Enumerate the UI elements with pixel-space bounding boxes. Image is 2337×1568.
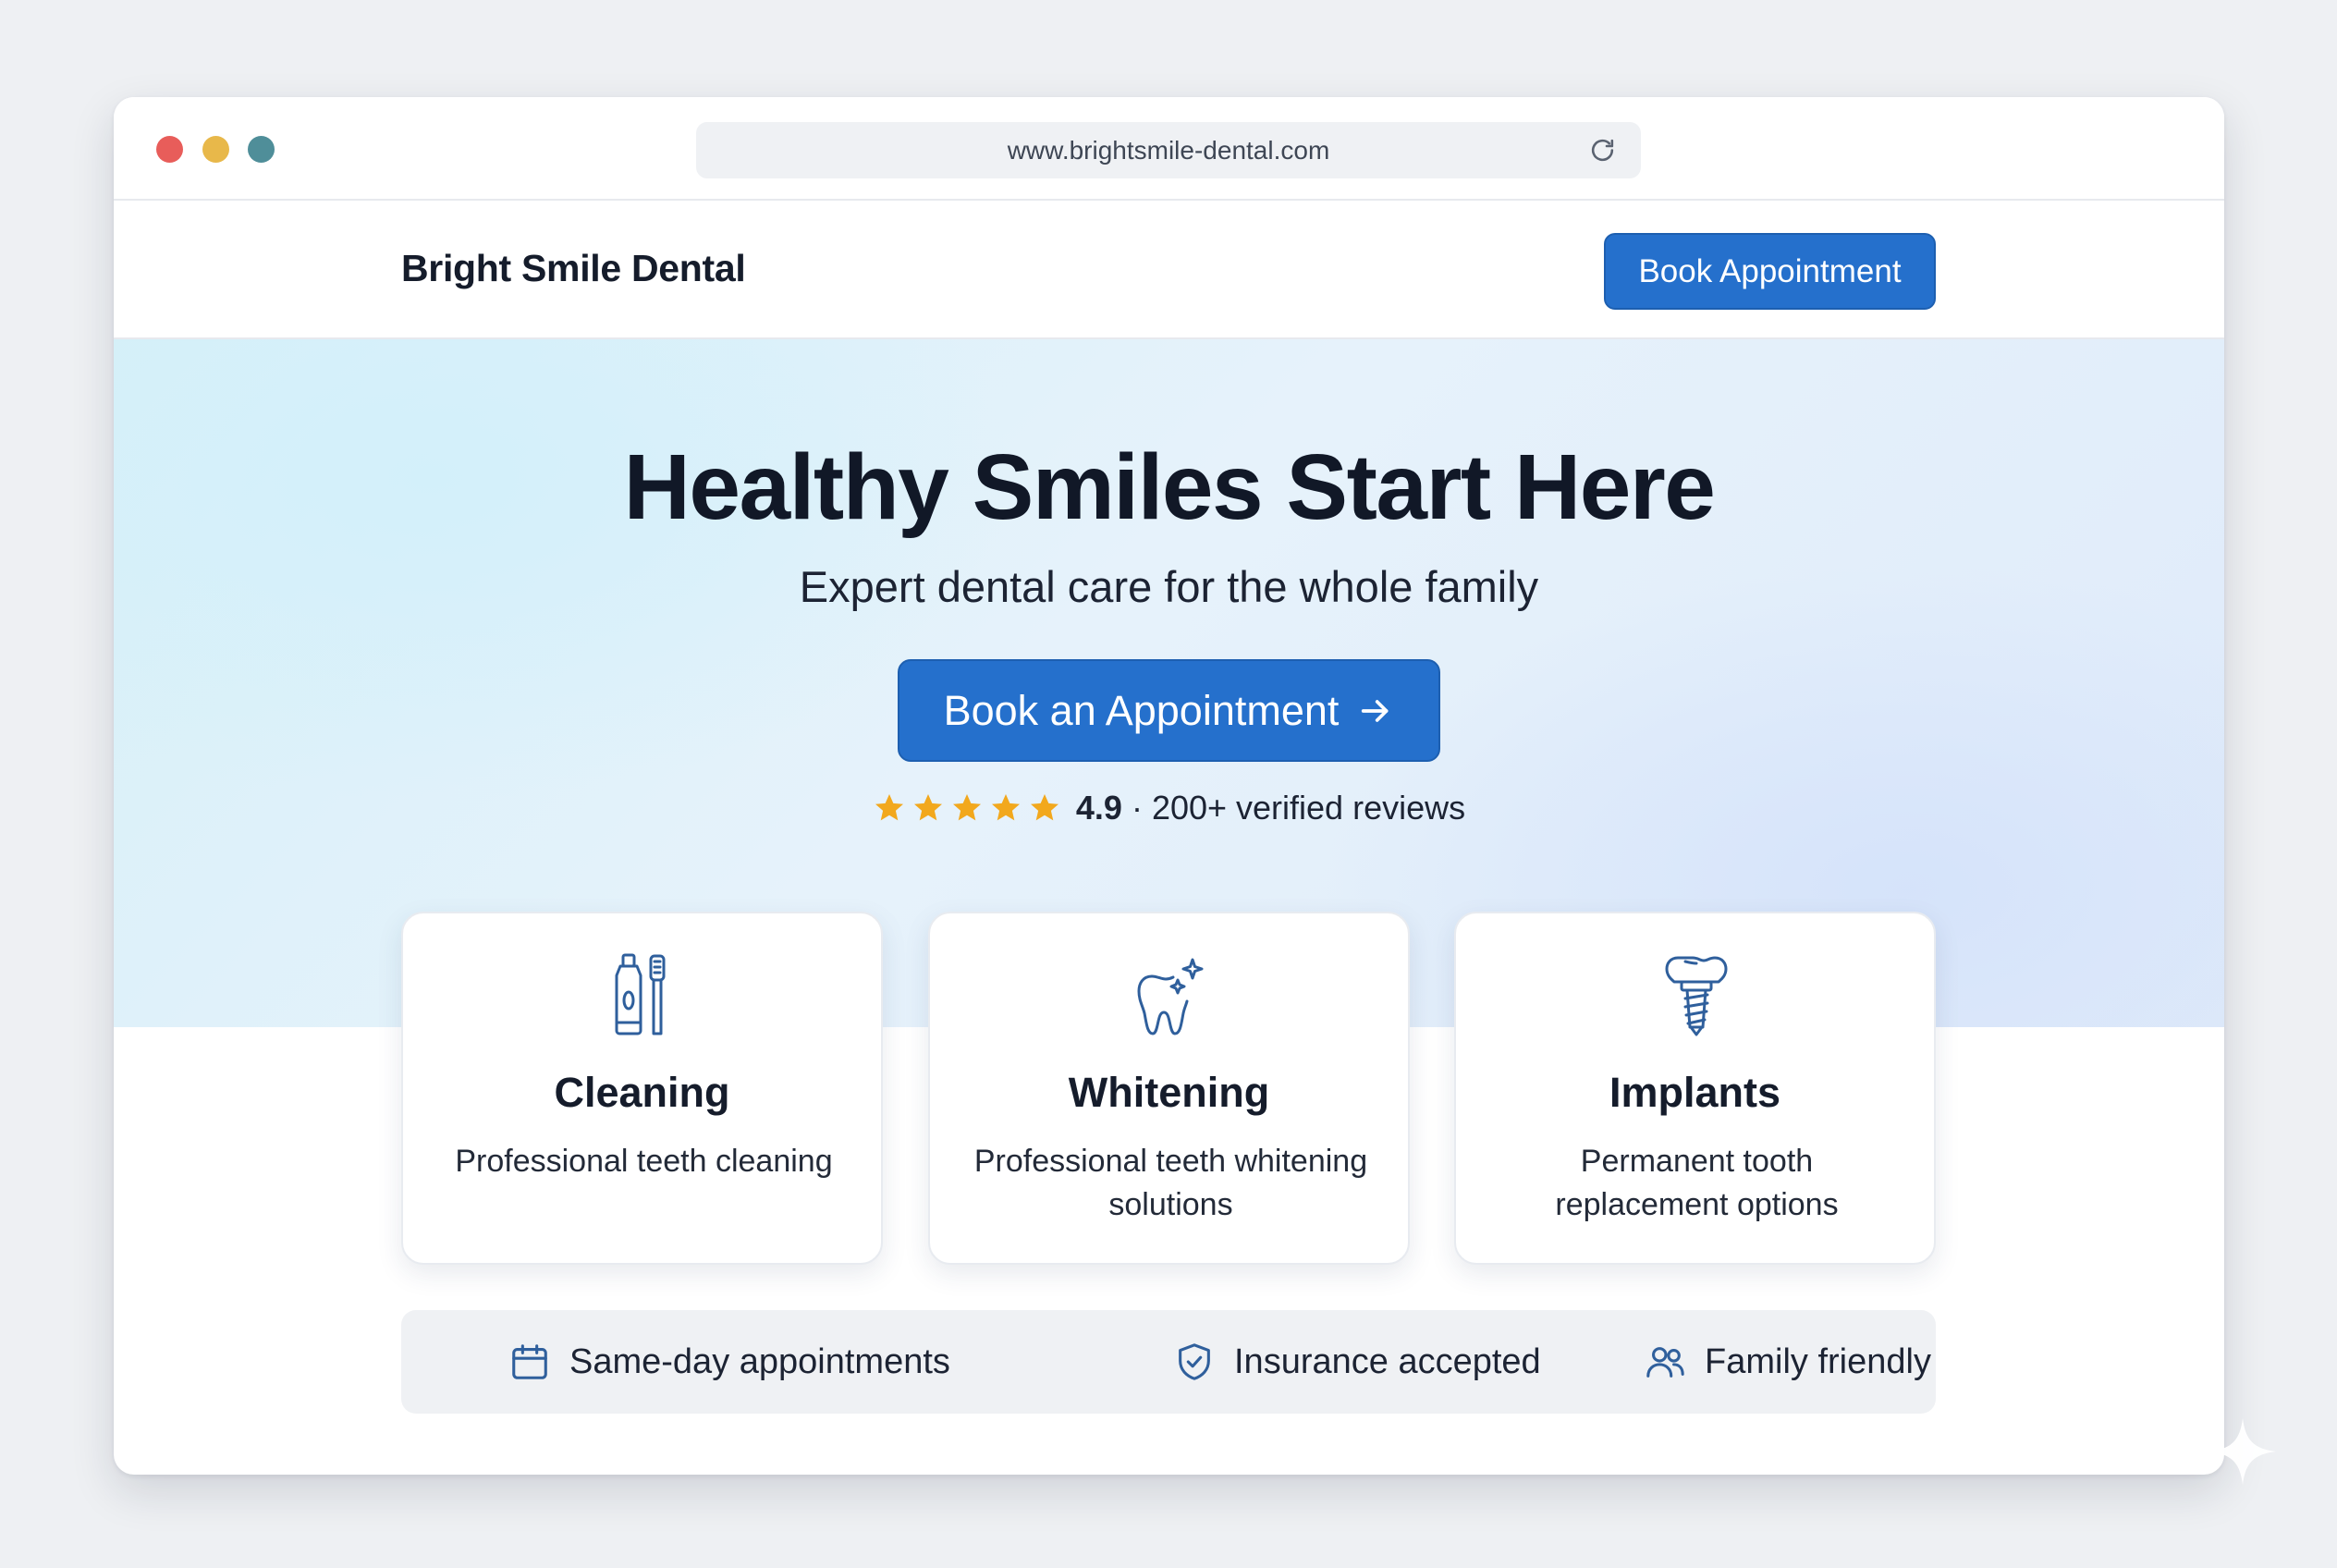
book-appointment-button[interactable]: Book Appointment [1604, 233, 1936, 310]
features-bar: Same-day appointments Insurance accepted… [401, 1310, 1936, 1414]
url-text: www.brightsmile-dental.com [1007, 135, 1330, 165]
star-icon [875, 794, 903, 821]
shield-check-icon [1179, 1343, 1210, 1380]
hero-subtitle: Expert dental care for the whole family [799, 562, 1539, 611]
browser-window: www.brightsmile-dental.com Bright Smile … [114, 97, 2224, 1475]
star-rating [873, 791, 1061, 825]
sparkling-tooth-icon [1137, 958, 1204, 1035]
reload-icon[interactable] [1588, 136, 1617, 165]
service-description: Permanent tooth replacement options [1555, 1144, 1839, 1222]
star-icon [1030, 794, 1058, 821]
feature-label: Insurance accepted [1234, 1341, 1541, 1381]
site-brand[interactable]: Bright Smile Dental [401, 247, 746, 290]
rating-summary: 4.9 · 200+ verified reviews [114, 789, 2224, 827]
dental-implant-icon [1665, 956, 1728, 1036]
calendar-icon [512, 1344, 547, 1379]
rating-separator: · [1131, 789, 1143, 827]
service-title: Cleaning [554, 1069, 730, 1116]
star-icon [952, 794, 981, 821]
feature-same-day: Same-day appointments [508, 1310, 950, 1414]
rating-value: 4.9 [1075, 789, 1122, 827]
site-header: Bright Smile Dental Book Appointment [114, 201, 2224, 339]
hero-title: Healthy Smiles Start Here [623, 435, 1716, 539]
service-description: Professional teeth cleaning [455, 1144, 833, 1179]
service-card-cleaning[interactable]: Cleaning Professional teeth cleaning [401, 912, 883, 1265]
star-icon [913, 794, 942, 821]
feature-label: Same-day appointments [569, 1341, 950, 1381]
browser-chrome: www.brightsmile-dental.com [114, 97, 2224, 201]
maximize-window-button[interactable] [248, 136, 275, 163]
close-window-button[interactable] [156, 136, 183, 163]
toothpaste-toothbrush-icon [615, 953, 666, 1035]
service-card-implants[interactable]: Implants Permanent tooth replacement opt… [1454, 912, 1936, 1265]
service-card-whitening[interactable]: Whitening Professional teeth whitening s… [928, 912, 1410, 1265]
feature-label: Family friendly [1705, 1341, 1931, 1381]
service-title: Implants [1609, 1069, 1781, 1116]
minimize-window-button[interactable] [202, 136, 229, 163]
address-bar[interactable]: www.brightsmile-dental.com [696, 122, 1641, 178]
service-description: Professional teeth whitening solutions [973, 1144, 1368, 1222]
feature-family: Family friendly [1644, 1310, 1931, 1414]
star-icon [991, 794, 1020, 821]
users-icon [1646, 1347, 1684, 1378]
service-title: Whitening [1068, 1069, 1270, 1116]
book-an-appointment-button[interactable]: Book an Appointment [898, 659, 1440, 762]
arrow-right-icon [1362, 699, 1389, 722]
review-count[interactable]: 200+ verified reviews [1152, 789, 1465, 827]
feature-insurance: Insurance accepted [1173, 1310, 1541, 1414]
book-an-appointment-label: Book an Appointment [943, 686, 1340, 734]
sparkle-icon [2209, 1418, 2276, 1485]
